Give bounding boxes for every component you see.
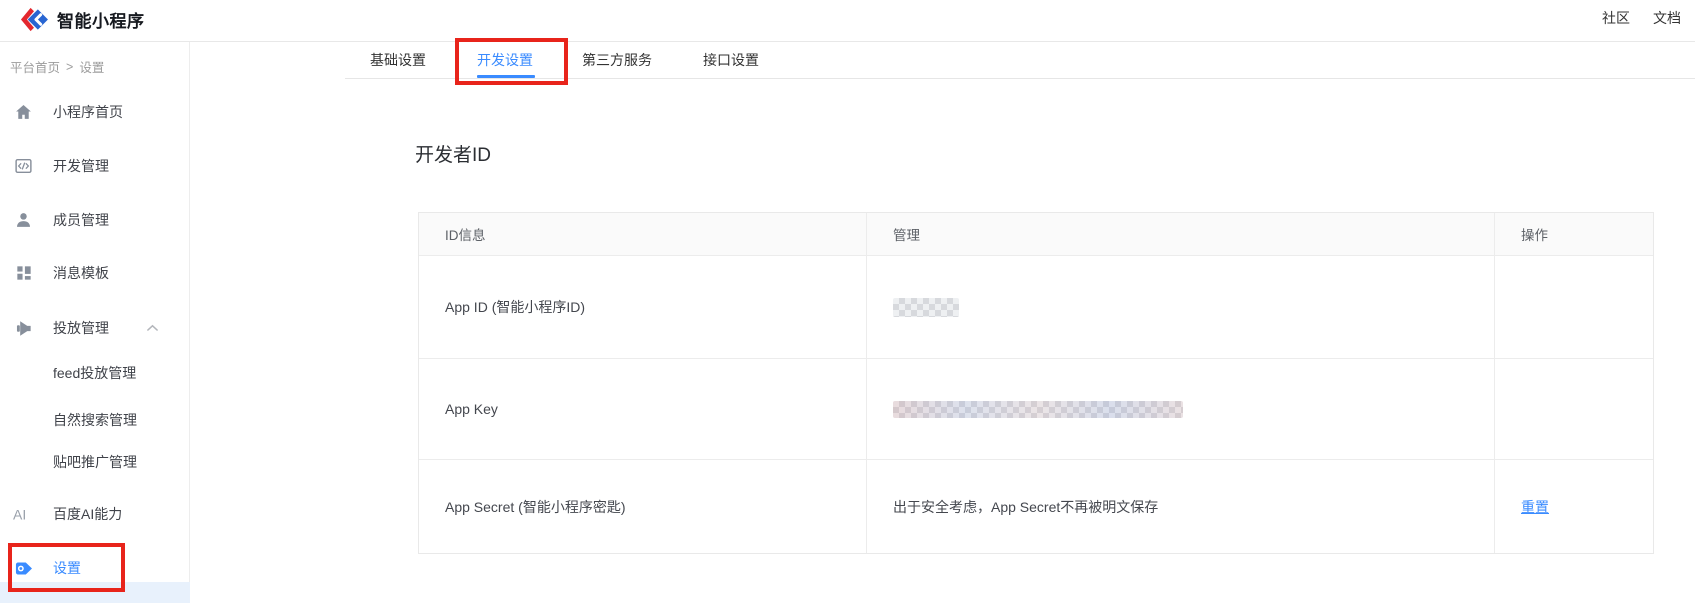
brand-name: 智能小程序	[57, 7, 145, 32]
tabbar-divider	[345, 78, 1695, 79]
sidebar-item-dev-management[interactable]: 开发管理	[0, 149, 190, 183]
topbar-link-docs[interactable]: 文档	[1653, 9, 1681, 27]
row-appid-label: App ID (智能小程序ID)	[419, 255, 866, 358]
sidebar-item-ad-management[interactable]: 投放管理	[0, 311, 190, 345]
table-header-action: 操作	[1494, 213, 1653, 255]
smart-miniprogram-logo-icon	[19, 6, 48, 33]
sidebar-item-message-template[interactable]: 消息模板	[0, 256, 190, 290]
tab-dev-settings[interactable]: 开发设置	[477, 52, 533, 69]
top-bar: 智能小程序 社区 文档	[0, 0, 1695, 42]
settings-tag-icon	[13, 558, 34, 578]
row-appsecret-note: 出于安全考虑，App Secret不再被明文保存	[866, 459, 1494, 553]
sidebar-item-settings[interactable]: 设置	[0, 551, 190, 585]
template-icon	[13, 263, 34, 283]
sidebar-item-label: 自然搜索管理	[53, 410, 137, 430]
breadcrumb-separator: >	[66, 60, 73, 74]
code-icon	[13, 156, 34, 176]
sidebar-item-miniprogram-home[interactable]: 小程序首页	[0, 95, 190, 129]
sidebar-item-label: feed投放管理	[53, 363, 136, 383]
sidebar-item-label: 投放管理	[53, 318, 109, 338]
breadcrumb: 平台首页 > 设置	[10, 57, 104, 76]
brand-logo[interactable]: 智能小程序	[19, 6, 145, 33]
sidebar-selected-row-highlight	[0, 582, 190, 603]
table-header-manage: 管理	[866, 213, 1494, 255]
reset-app-secret-link[interactable]: 重置	[1521, 497, 1549, 517]
row-appkey-action-cell	[1494, 358, 1653, 459]
topbar-link-community[interactable]: 社区	[1602, 9, 1630, 27]
active-tab-underline	[477, 75, 535, 78]
sidebar-item-label: 贴吧推广管理	[53, 452, 137, 472]
megaphone-icon	[13, 318, 34, 338]
sidebar-item-label: 小程序首页	[53, 102, 123, 122]
sidebar-item-tieba-promotion-management[interactable]: 贴吧推广管理	[0, 445, 190, 479]
row-appsecret-label: App Secret (智能小程序密匙)	[419, 459, 866, 553]
row-appid-value-cell	[866, 255, 1494, 358]
sidebar-item-label: 消息模板	[53, 263, 109, 283]
home-icon	[13, 102, 34, 122]
sidebar-item-baidu-ai[interactable]: AI 百度AI能力	[0, 497, 190, 531]
sidebar-item-label: 百度AI能力	[53, 504, 122, 524]
breadcrumb-platform-home[interactable]: 平台首页	[10, 57, 60, 76]
sidebar-item-label: 开发管理	[53, 156, 109, 176]
redacted-app-id-value	[893, 298, 959, 317]
developer-id-table: ID信息 管理 操作 App ID (智能小程序ID) App Key App …	[418, 212, 1654, 554]
member-icon	[13, 210, 34, 230]
row-appid-action-cell	[1494, 255, 1653, 358]
chevron-up-icon	[146, 324, 159, 332]
sidebar-item-label: 成员管理	[53, 210, 109, 230]
app-window: 智能小程序 社区 文档 平台首页 > 设置 小程序首页 开发管理	[0, 0, 1695, 603]
sidebar-item-member-management[interactable]: 成员管理	[0, 203, 190, 237]
row-appsecret-action-cell: 重置	[1494, 459, 1653, 553]
row-appkey-label: App Key	[419, 358, 866, 459]
sidebar-item-organic-search-management[interactable]: 自然搜索管理	[0, 403, 190, 437]
sidebar-item-label: 设置	[53, 558, 81, 578]
row-appkey-value-cell	[866, 358, 1494, 459]
tab-basic-settings[interactable]: 基础设置	[370, 52, 426, 69]
breadcrumb-current-settings: 设置	[79, 57, 104, 76]
redacted-app-key-value	[893, 401, 1183, 418]
svg-text:AI: AI	[13, 506, 26, 522]
section-title-developer-id: 开发者ID	[415, 140, 491, 167]
ai-icon: AI	[13, 504, 34, 524]
tab-third-party-services[interactable]: 第三方服务	[582, 52, 652, 69]
table-header-id-info: ID信息	[419, 213, 866, 255]
sidebar-item-feed-ad-management[interactable]: feed投放管理	[0, 356, 190, 390]
tab-api-settings[interactable]: 接口设置	[703, 52, 759, 69]
